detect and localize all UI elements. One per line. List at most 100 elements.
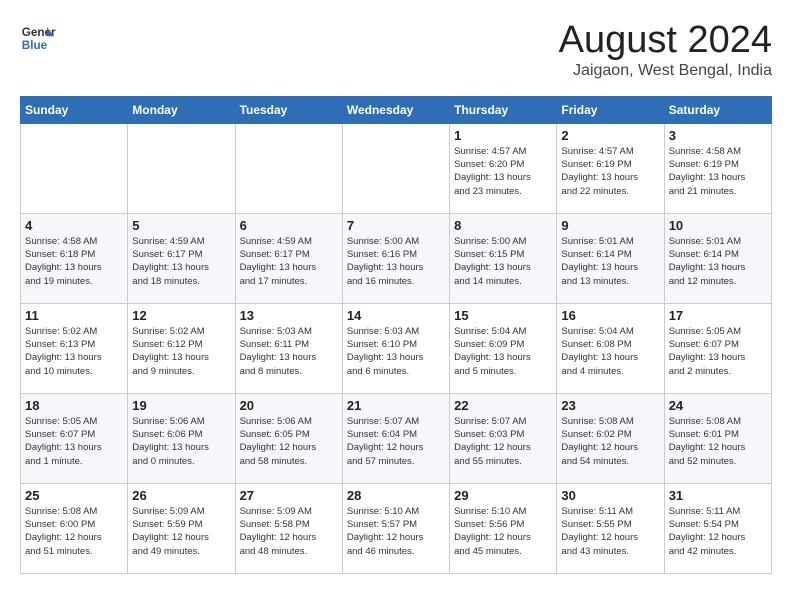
- calendar-cell: 22Sunrise: 5:07 AM Sunset: 6:03 PM Dayli…: [450, 393, 557, 483]
- calendar-cell: 4Sunrise: 4:58 AM Sunset: 6:18 PM Daylig…: [21, 213, 128, 303]
- calendar-cell: 15 Sunrise: 5:04 AM Sunset: 6:09 PM Dayli…: [450, 303, 557, 393]
- weekday-header: Thursday: [450, 96, 557, 123]
- calendar-cell: 29 Sunrise: 5:10 AM Sunset: 5:56 PM Dayli…: [450, 483, 557, 573]
- cell-info: Sunrise: 5:11 AM Sunset: 5:55 PM Dayligh…: [561, 505, 659, 558]
- day-number: 23: [561, 398, 659, 413]
- calendar-cell: 6Sunrise: 4:59 AM Sunset: 6:17 PM Daylig…: [235, 213, 342, 303]
- cell-info: Sunrise: 5:09 AM Sunset: 5:58 PM Dayligh…: [240, 505, 338, 558]
- day-number: 8: [454, 218, 552, 233]
- logo-icon: General Blue: [20, 20, 56, 56]
- day-number: 12: [132, 308, 230, 323]
- day-number: 19: [132, 398, 230, 413]
- day-number: 22: [454, 398, 552, 413]
- calendar-cell: 11Sunrise: 5:02 AM Sunset: 6:13 PM Dayli…: [21, 303, 128, 393]
- day-number: 14: [347, 308, 445, 323]
- day-number: 17: [669, 308, 767, 323]
- weekday-row: SundayMondayTuesdayWednesdayThursdayFrid…: [21, 96, 772, 123]
- calendar-cell: 27 Sunrise: 5:09 AM Sunset: 5:58 PM Dayli…: [235, 483, 342, 573]
- day-number: 18: [25, 398, 123, 413]
- calendar-cell: [128, 123, 235, 213]
- day-number: 13: [240, 308, 338, 323]
- calendar-cell: 25 Sunrise: 5:08 AM Sunset: 6:00 PM Dayli…: [21, 483, 128, 573]
- day-number: 25: [25, 488, 123, 503]
- weekday-header: Sunday: [21, 96, 128, 123]
- cell-info: Sunrise: 5:03 AM Sunset: 6:11 PM Dayligh…: [240, 325, 338, 378]
- calendar-cell: 24 Sunrise: 5:08 AM Sunset: 6:01 PM Dayli…: [664, 393, 771, 483]
- cell-info: Sunrise: 5:06 AM Sunset: 6:05 PM Dayligh…: [240, 415, 338, 468]
- calendar-cell: 26 Sunrise: 5:09 AM Sunset: 5:59 PM Dayli…: [128, 483, 235, 573]
- weekday-header: Wednesday: [342, 96, 449, 123]
- calendar-cell: 16 Sunrise: 5:04 AM Sunset: 6:08 PM Dayli…: [557, 303, 664, 393]
- day-number: 29: [454, 488, 552, 503]
- calendar-cell: 28 Sunrise: 5:10 AM Sunset: 5:57 PM Dayli…: [342, 483, 449, 573]
- title-block: August 2024 Jaigaon, West Bengal, India: [559, 20, 772, 80]
- calendar-cell: 2 Sunrise: 4:57 AM Sunset: 6:19 PM Daylig…: [557, 123, 664, 213]
- cell-info: Sunrise: 5:00 AM Sunset: 6:16 PM Dayligh…: [347, 235, 445, 288]
- calendar-cell: 10 Sunrise: 5:01 AM Sunset: 6:14 PM Dayli…: [664, 213, 771, 303]
- cell-info: Sunrise: 5:10 AM Sunset: 5:56 PM Dayligh…: [454, 505, 552, 558]
- day-number: 1: [454, 128, 552, 143]
- day-number: 26: [132, 488, 230, 503]
- day-number: 24: [669, 398, 767, 413]
- day-number: 16: [561, 308, 659, 323]
- cell-info: Sunrise: 5:03 AM Sunset: 6:10 PM Dayligh…: [347, 325, 445, 378]
- cell-info: Sunrise: 5:08 AM Sunset: 6:00 PM Dayligh…: [25, 505, 123, 558]
- calendar-table: SundayMondayTuesdayWednesdayThursdayFrid…: [20, 96, 772, 574]
- calendar-cell: 1Sunrise: 4:57 AM Sunset: 6:20 PM Daylig…: [450, 123, 557, 213]
- calendar-cell: 7 Sunrise: 5:00 AM Sunset: 6:16 PM Daylig…: [342, 213, 449, 303]
- calendar-cell: 19Sunrise: 5:06 AM Sunset: 6:06 PM Dayli…: [128, 393, 235, 483]
- calendar-cell: 3Sunrise: 4:58 AM Sunset: 6:19 PM Daylig…: [664, 123, 771, 213]
- svg-text:Blue: Blue: [22, 39, 48, 52]
- day-number: 2: [561, 128, 659, 143]
- calendar-cell: 8Sunrise: 5:00 AM Sunset: 6:15 PM Daylig…: [450, 213, 557, 303]
- calendar-week-row: 18 Sunrise: 5:05 AM Sunset: 6:07 PM Dayli…: [21, 393, 772, 483]
- page-header: General Blue August 2024 Jaigaon, West B…: [20, 20, 772, 80]
- calendar-cell: 20 Sunrise: 5:06 AM Sunset: 6:05 PM Dayli…: [235, 393, 342, 483]
- day-number: 9: [561, 218, 659, 233]
- day-number: 30: [561, 488, 659, 503]
- day-number: 21: [347, 398, 445, 413]
- cell-info: Sunrise: 4:58 AM Sunset: 6:18 PM Dayligh…: [25, 235, 123, 288]
- cell-info: Sunrise: 5:10 AM Sunset: 5:57 PM Dayligh…: [347, 505, 445, 558]
- calendar-cell: [342, 123, 449, 213]
- calendar-cell: 17 Sunrise: 5:05 AM Sunset: 6:07 PM Dayli…: [664, 303, 771, 393]
- calendar-cell: [235, 123, 342, 213]
- calendar-cell: 12 Sunrise: 5:02 AM Sunset: 6:12 PM Dayli…: [128, 303, 235, 393]
- calendar-cell: 18 Sunrise: 5:05 AM Sunset: 6:07 PM Dayli…: [21, 393, 128, 483]
- cell-info: Sunrise: 5:02 AM Sunset: 6:12 PM Dayligh…: [132, 325, 230, 378]
- weekday-header: Saturday: [664, 96, 771, 123]
- calendar-body: 1Sunrise: 4:57 AM Sunset: 6:20 PM Daylig…: [21, 123, 772, 573]
- calendar-week-row: 4Sunrise: 4:58 AM Sunset: 6:18 PM Daylig…: [21, 213, 772, 303]
- day-number: 31: [669, 488, 767, 503]
- calendar-week-row: 1Sunrise: 4:57 AM Sunset: 6:20 PM Daylig…: [21, 123, 772, 213]
- calendar-cell: [21, 123, 128, 213]
- cell-info: Sunrise: 5:04 AM Sunset: 6:08 PM Dayligh…: [561, 325, 659, 378]
- cell-info: Sunrise: 5:07 AM Sunset: 6:04 PM Dayligh…: [347, 415, 445, 468]
- day-number: 7: [347, 218, 445, 233]
- calendar-cell: 14 Sunrise: 5:03 AM Sunset: 6:10 PM Dayli…: [342, 303, 449, 393]
- weekday-header: Friday: [557, 96, 664, 123]
- cell-info: Sunrise: 5:08 AM Sunset: 6:01 PM Dayligh…: [669, 415, 767, 468]
- day-number: 27: [240, 488, 338, 503]
- day-number: 6: [240, 218, 338, 233]
- cell-info: Sunrise: 5:05 AM Sunset: 6:07 PM Dayligh…: [669, 325, 767, 378]
- day-number: 5: [132, 218, 230, 233]
- calendar-cell: 5Sunrise: 4:59 AM Sunset: 6:17 PM Daylig…: [128, 213, 235, 303]
- day-number: 15: [454, 308, 552, 323]
- day-number: 10: [669, 218, 767, 233]
- cell-info: Sunrise: 5:09 AM Sunset: 5:59 PM Dayligh…: [132, 505, 230, 558]
- calendar-week-row: 11Sunrise: 5:02 AM Sunset: 6:13 PM Dayli…: [21, 303, 772, 393]
- day-number: 20: [240, 398, 338, 413]
- logo: General Blue: [20, 20, 56, 56]
- month-title: August 2024: [559, 20, 772, 62]
- cell-info: Sunrise: 4:58 AM Sunset: 6:19 PM Dayligh…: [669, 145, 767, 198]
- calendar-cell: 9 Sunrise: 5:01 AM Sunset: 6:14 PM Daylig…: [557, 213, 664, 303]
- cell-info: Sunrise: 5:02 AM Sunset: 6:13 PM Dayligh…: [25, 325, 123, 378]
- cell-info: Sunrise: 5:05 AM Sunset: 6:07 PM Dayligh…: [25, 415, 123, 468]
- cell-info: Sunrise: 5:08 AM Sunset: 6:02 PM Dayligh…: [561, 415, 659, 468]
- cell-info: Sunrise: 5:04 AM Sunset: 6:09 PM Dayligh…: [454, 325, 552, 378]
- day-number: 28: [347, 488, 445, 503]
- cell-info: Sunrise: 5:01 AM Sunset: 6:14 PM Dayligh…: [669, 235, 767, 288]
- cell-info: Sunrise: 5:01 AM Sunset: 6:14 PM Dayligh…: [561, 235, 659, 288]
- cell-info: Sunrise: 4:57 AM Sunset: 6:19 PM Dayligh…: [561, 145, 659, 198]
